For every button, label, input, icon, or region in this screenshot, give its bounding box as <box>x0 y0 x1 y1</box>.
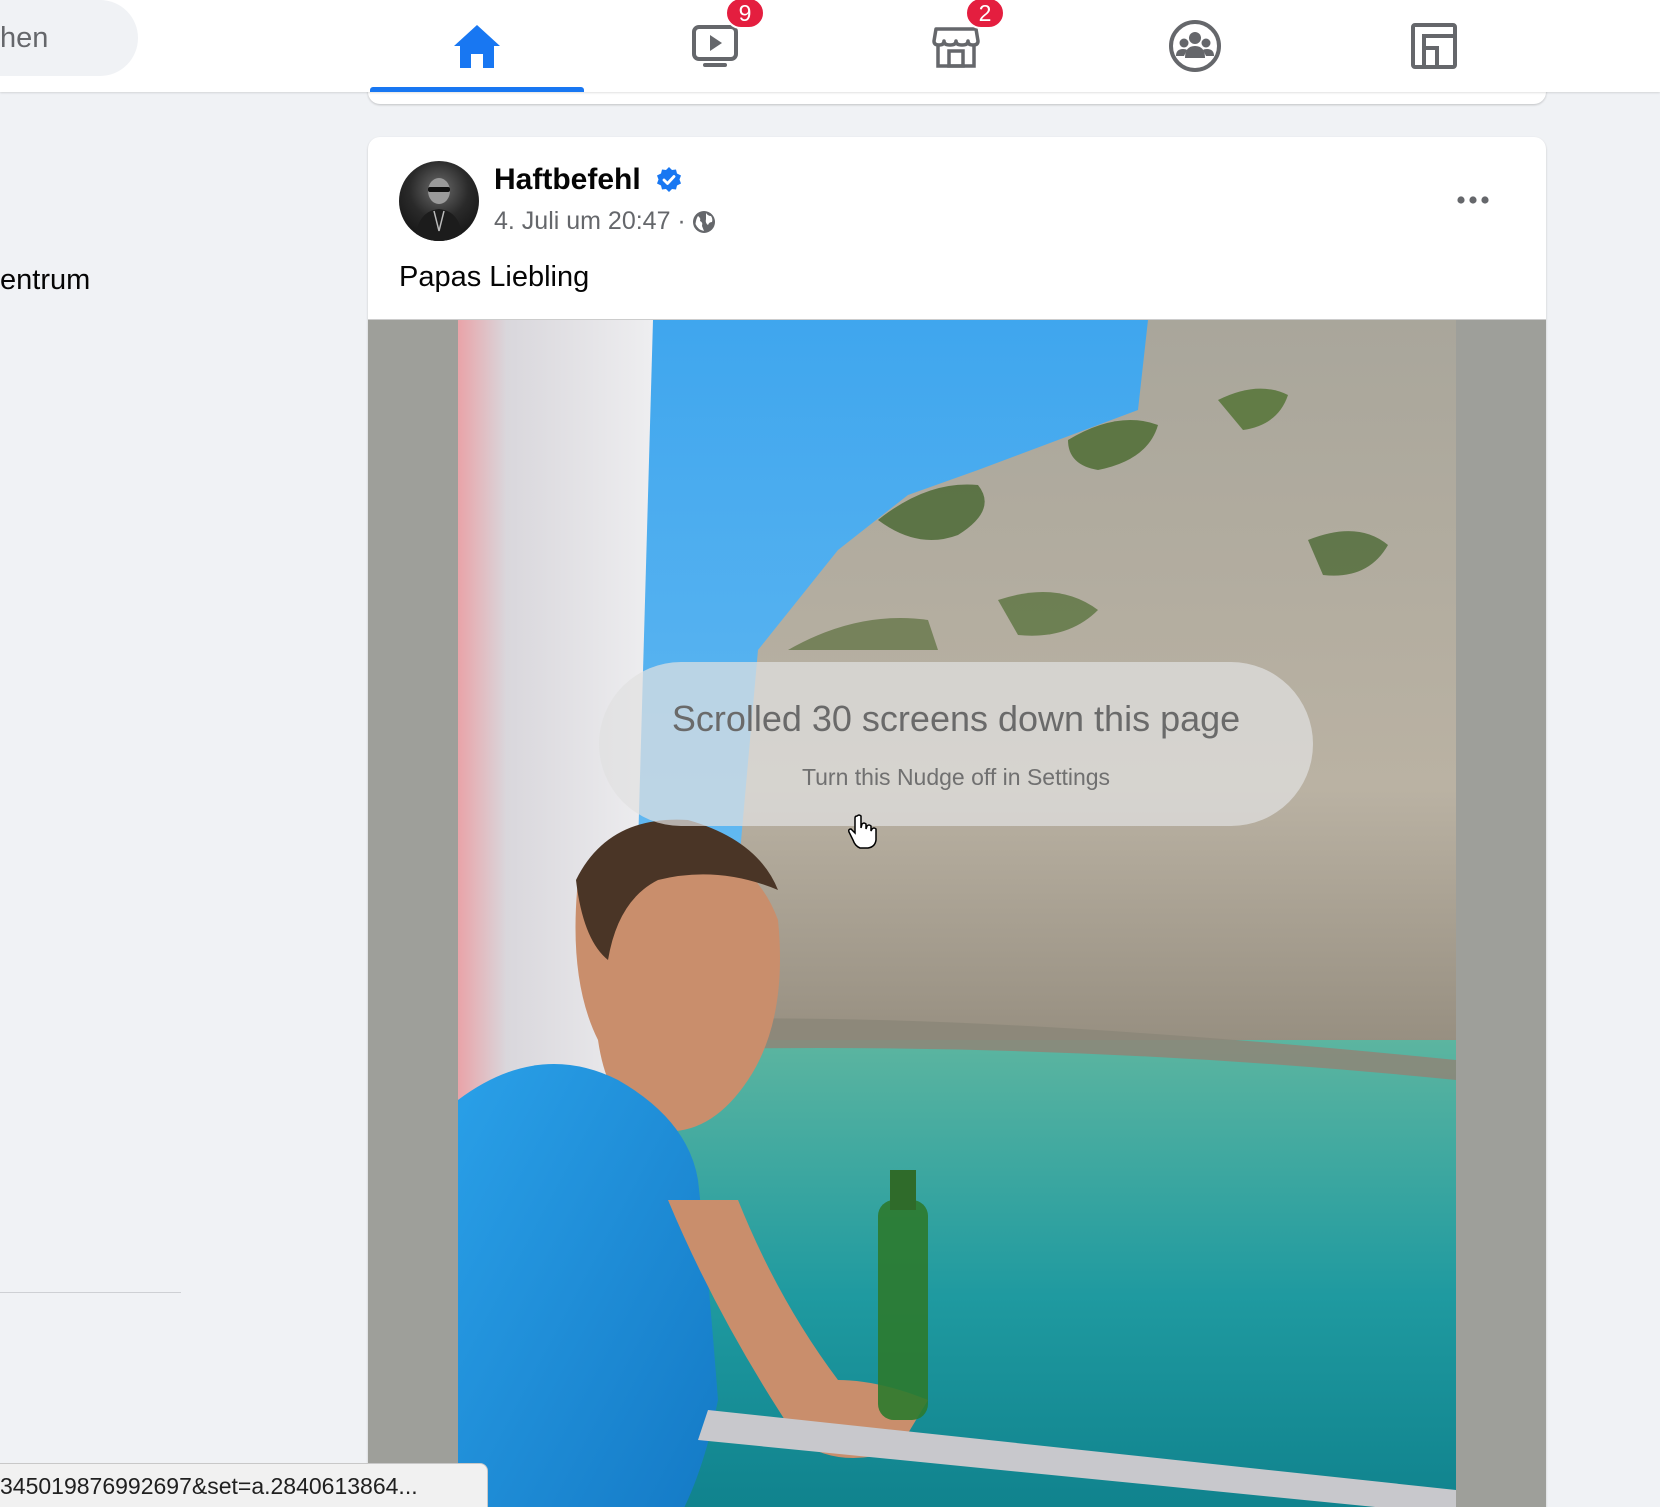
avatar-image <box>415 178 463 241</box>
groups-icon <box>1169 20 1221 72</box>
hand-cursor-icon <box>848 814 877 849</box>
scroll-nudge-overlay[interactable]: Scrolled 30 screens down this page Turn … <box>599 662 1313 826</box>
post-photo-container[interactable] <box>368 319 1546 1507</box>
post-date[interactable]: 4. Juli um 20:47 · <box>494 207 686 236</box>
more-options-button[interactable] <box>1450 177 1496 223</box>
tab-marketplace[interactable]: 2 <box>849 0 1063 92</box>
post-text: Papas Liebling <box>399 261 590 293</box>
more-icon <box>1457 196 1489 204</box>
link-status-bar: 345019876992697&set=a.2840613864... <box>0 1463 488 1507</box>
nudge-title: Scrolled 30 screens down this page <box>671 698 1241 739</box>
nudge-settings-link[interactable]: Turn this Nudge off in Settings <box>599 764 1313 791</box>
gaming-icon <box>1411 23 1457 69</box>
video-icon <box>692 25 738 67</box>
watch-badge: 9 <box>725 0 765 29</box>
post-photo[interactable] <box>458 320 1456 1507</box>
top-navigation-bar: hen 9 2 <box>0 0 1660 92</box>
tab-home[interactable] <box>370 0 584 92</box>
tab-groups[interactable] <box>1088 0 1302 92</box>
tab-watch[interactable]: 9 <box>609 0 823 92</box>
marketplace-icon <box>932 27 980 68</box>
search-placeholder: hen <box>0 22 49 54</box>
post-timestamp[interactable]: 4. Juli um 20:47 · <box>494 207 716 236</box>
verified-badge-icon <box>657 167 681 192</box>
home-icon <box>454 25 500 68</box>
avatar[interactable] <box>399 161 479 241</box>
marketplace-badge: 2 <box>965 0 1005 29</box>
tab-gaming[interactable] <box>1327 0 1541 92</box>
sidebar-item-label[interactable]: entrum <box>0 264 90 297</box>
sidebar-divider <box>0 1292 181 1293</box>
photo-image <box>458 320 1456 1507</box>
globe-icon <box>692 210 715 233</box>
author-name[interactable]: Haftbefehl <box>494 163 641 197</box>
